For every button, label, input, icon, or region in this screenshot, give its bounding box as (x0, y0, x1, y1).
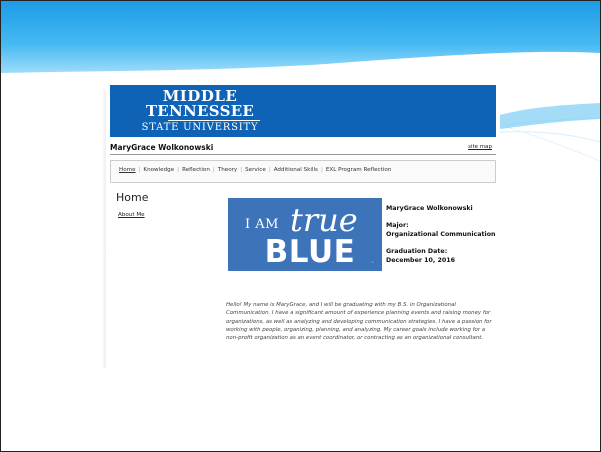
presentation-slide: MIDDLE TENNESSEE STATE UNIVERSITY MaryGr… (0, 0, 601, 452)
slide-border (0, 0, 601, 452)
